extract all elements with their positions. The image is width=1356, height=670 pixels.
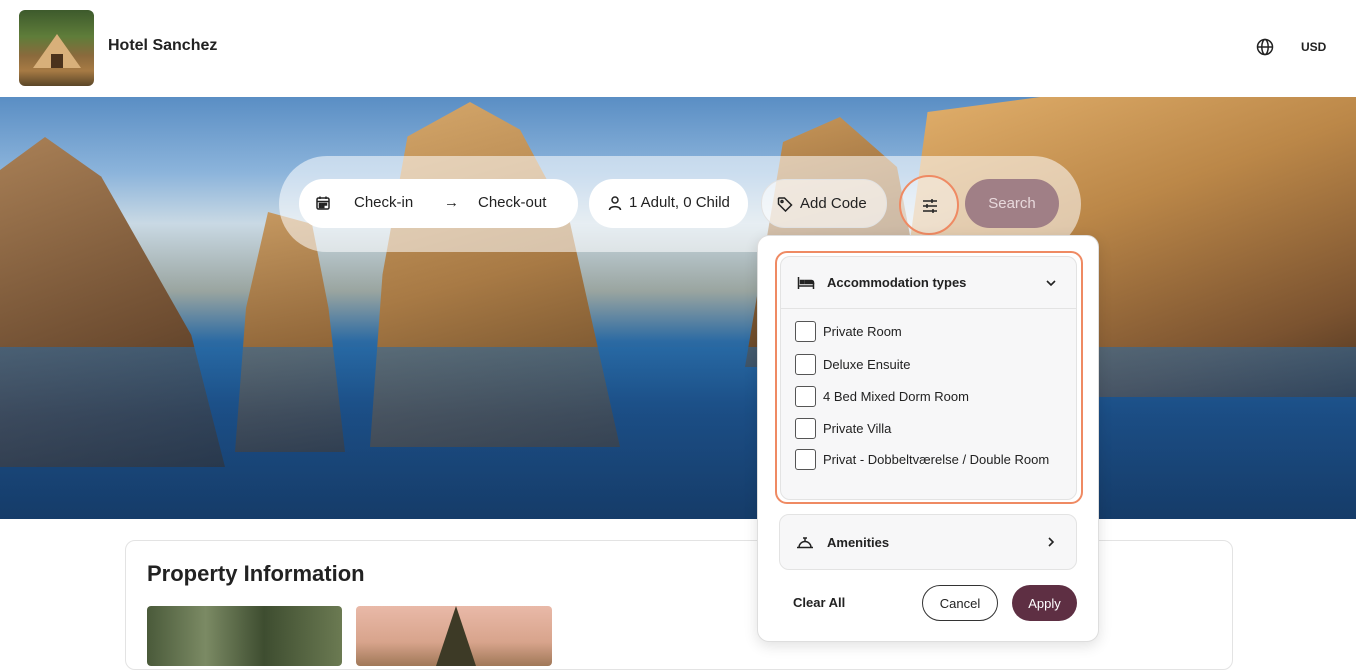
add-code-label: Add Code bbox=[800, 195, 867, 212]
amenities-section[interactable]: Amenities bbox=[779, 514, 1077, 570]
filter-button[interactable] bbox=[899, 175, 959, 235]
property-photo[interactable] bbox=[147, 606, 342, 666]
clear-all-button[interactable]: Clear All bbox=[793, 595, 845, 610]
add-code-button[interactable]: Add Code bbox=[761, 179, 887, 228]
check-out-label[interactable]: Check-out bbox=[478, 194, 546, 211]
option-label: 4 Bed Mixed Dorm Room bbox=[823, 389, 969, 404]
checkbox[interactable] bbox=[795, 449, 816, 470]
option-label: Deluxe Ensuite bbox=[823, 357, 911, 372]
hotel-name: Hotel Sanchez bbox=[108, 37, 218, 54]
accommodation-option[interactable]: Privat - Dobbeltværelse / Double Room bbox=[795, 449, 1063, 470]
check-in-label[interactable]: Check-in bbox=[354, 194, 413, 211]
option-label: Private Room bbox=[823, 324, 902, 339]
search-button[interactable]: Search bbox=[965, 179, 1059, 228]
accommodation-types-section: Accommodation types Private Room Deluxe … bbox=[780, 256, 1077, 500]
calendar-icon bbox=[316, 196, 330, 210]
tag-icon bbox=[777, 197, 793, 212]
accommodation-option[interactable]: Private Room bbox=[795, 321, 1063, 342]
sliders-icon bbox=[923, 199, 937, 213]
checkbox[interactable] bbox=[795, 386, 816, 407]
sea bbox=[0, 347, 1356, 519]
checkbox[interactable] bbox=[795, 321, 816, 342]
guests-selector[interactable]: 1 Adult, 0 Child bbox=[589, 179, 748, 228]
checkbox[interactable] bbox=[795, 418, 816, 439]
property-info-title: Property Information bbox=[147, 561, 365, 586]
site-header: Hotel Sanchez USD bbox=[0, 0, 1356, 97]
checkbox[interactable] bbox=[795, 354, 816, 375]
chevron-down-icon[interactable] bbox=[1044, 276, 1058, 290]
option-label: Private Villa bbox=[823, 421, 892, 436]
accommodation-option[interactable]: Deluxe Ensuite bbox=[795, 354, 1063, 375]
globe-icon[interactable] bbox=[1256, 38, 1274, 56]
date-range-picker[interactable]: Check-in → Check-out bbox=[299, 179, 578, 228]
guests-label: 1 Adult, 0 Child bbox=[629, 194, 730, 211]
accommodation-types-header[interactable]: Accommodation types bbox=[781, 257, 1076, 309]
property-photo[interactable] bbox=[356, 606, 552, 666]
bed-icon bbox=[797, 277, 815, 289]
accommodation-option[interactable]: 4 Bed Mixed Dorm Room bbox=[795, 386, 1063, 407]
service-bell-icon bbox=[797, 537, 813, 549]
option-label: Privat - Dobbeltværelse / Double Room bbox=[823, 452, 1050, 467]
amenities-title: Amenities bbox=[827, 535, 890, 550]
cancel-button[interactable]: Cancel bbox=[922, 585, 998, 621]
person-icon bbox=[608, 196, 622, 211]
currency-selector[interactable]: USD bbox=[1301, 40, 1326, 54]
apply-button[interactable]: Apply bbox=[1012, 585, 1077, 621]
arrow-right-icon: → bbox=[444, 194, 459, 211]
accommodation-option[interactable]: Private Villa bbox=[795, 418, 1063, 439]
accommodation-types-title: Accommodation types bbox=[827, 275, 967, 290]
hotel-logo[interactable] bbox=[19, 10, 94, 86]
tent-door bbox=[51, 54, 63, 68]
chevron-right-icon[interactable] bbox=[1044, 535, 1058, 549]
tree-shape bbox=[436, 606, 476, 666]
